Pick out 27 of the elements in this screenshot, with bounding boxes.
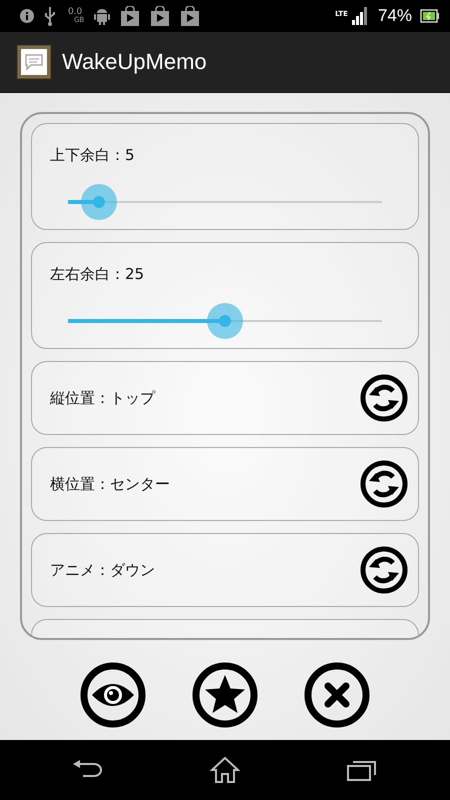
setting-label: アニメ：ダウン (50, 560, 155, 580)
battery-icon (420, 9, 440, 23)
shopping-bag-icon (180, 6, 200, 26)
usb-icon (44, 6, 56, 26)
signal-icon (352, 7, 368, 25)
android-icon (94, 7, 110, 25)
slider[interactable] (68, 303, 382, 339)
close-button[interactable] (304, 662, 370, 728)
battery-percent: 74% (378, 6, 412, 26)
setting-label: 上下余白：5 (50, 146, 136, 165)
shopping-bag-icon (150, 6, 170, 26)
app-title: WakeUpMemo (62, 49, 207, 75)
shopping-bag-icon (120, 6, 140, 26)
setting-label: 横位置：センター (50, 474, 170, 494)
back-icon[interactable] (73, 760, 104, 780)
cycle-button[interactable] (360, 546, 408, 594)
eye-button[interactable] (80, 662, 146, 728)
app-logo-icon (16, 44, 52, 80)
setting-label: 縦位置：トップ (50, 388, 155, 408)
slider[interactable] (68, 184, 382, 220)
info-icon (20, 9, 34, 23)
cycle-button[interactable] (360, 374, 408, 422)
home-icon[interactable] (210, 756, 240, 784)
setting-label: 左右余白：25 (50, 265, 146, 284)
recent-apps-icon[interactable] (346, 759, 377, 781)
star-button[interactable] (192, 662, 258, 728)
cycle-button[interactable] (360, 460, 408, 508)
